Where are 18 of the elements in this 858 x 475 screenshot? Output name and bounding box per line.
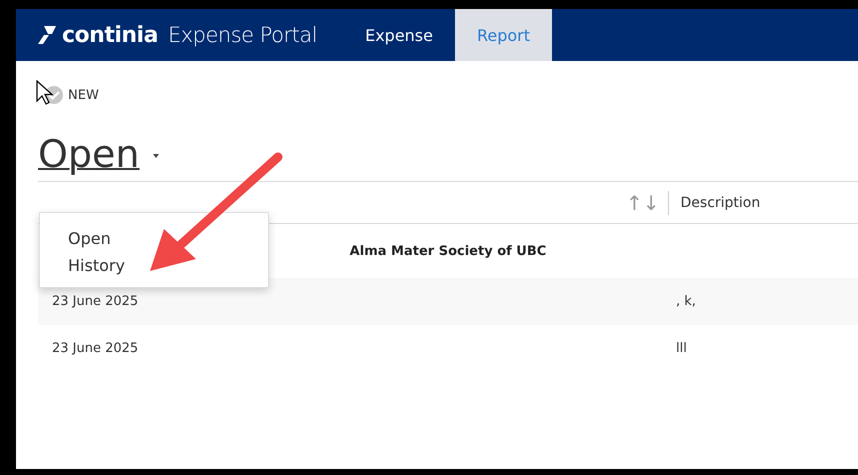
view-title[interactable]: Open bbox=[38, 135, 150, 173]
cursor-icon bbox=[36, 80, 54, 106]
description-cell: lll bbox=[676, 341, 687, 356]
new-button[interactable]: NEW bbox=[68, 88, 99, 102]
date-cell-text: 23 June 2025 bbox=[51, 341, 140, 356]
column-header[interactable]: Description bbox=[668, 194, 760, 210]
logo-text: continia bbox=[62, 22, 158, 48]
logo-icon bbox=[38, 26, 56, 44]
nav-tab[interactable]: Expense bbox=[343, 9, 455, 61]
product-name: Expense Portal bbox=[168, 23, 318, 47]
caret-icon[interactable] bbox=[152, 153, 160, 159]
menu-item[interactable]: Open bbox=[40, 225, 139, 252]
group-header: Alma Mater Society of UBC bbox=[350, 244, 546, 258]
date-cell-text: 23 June 2025 bbox=[51, 294, 140, 309]
description-cell: , k, bbox=[676, 294, 696, 309]
table-row[interactable]: 23 June 2025 , k, bbox=[38, 278, 858, 325]
menu-item[interactable]: History bbox=[40, 252, 153, 279]
table-row[interactable]: 23 June 2025 lll bbox=[38, 325, 858, 372]
